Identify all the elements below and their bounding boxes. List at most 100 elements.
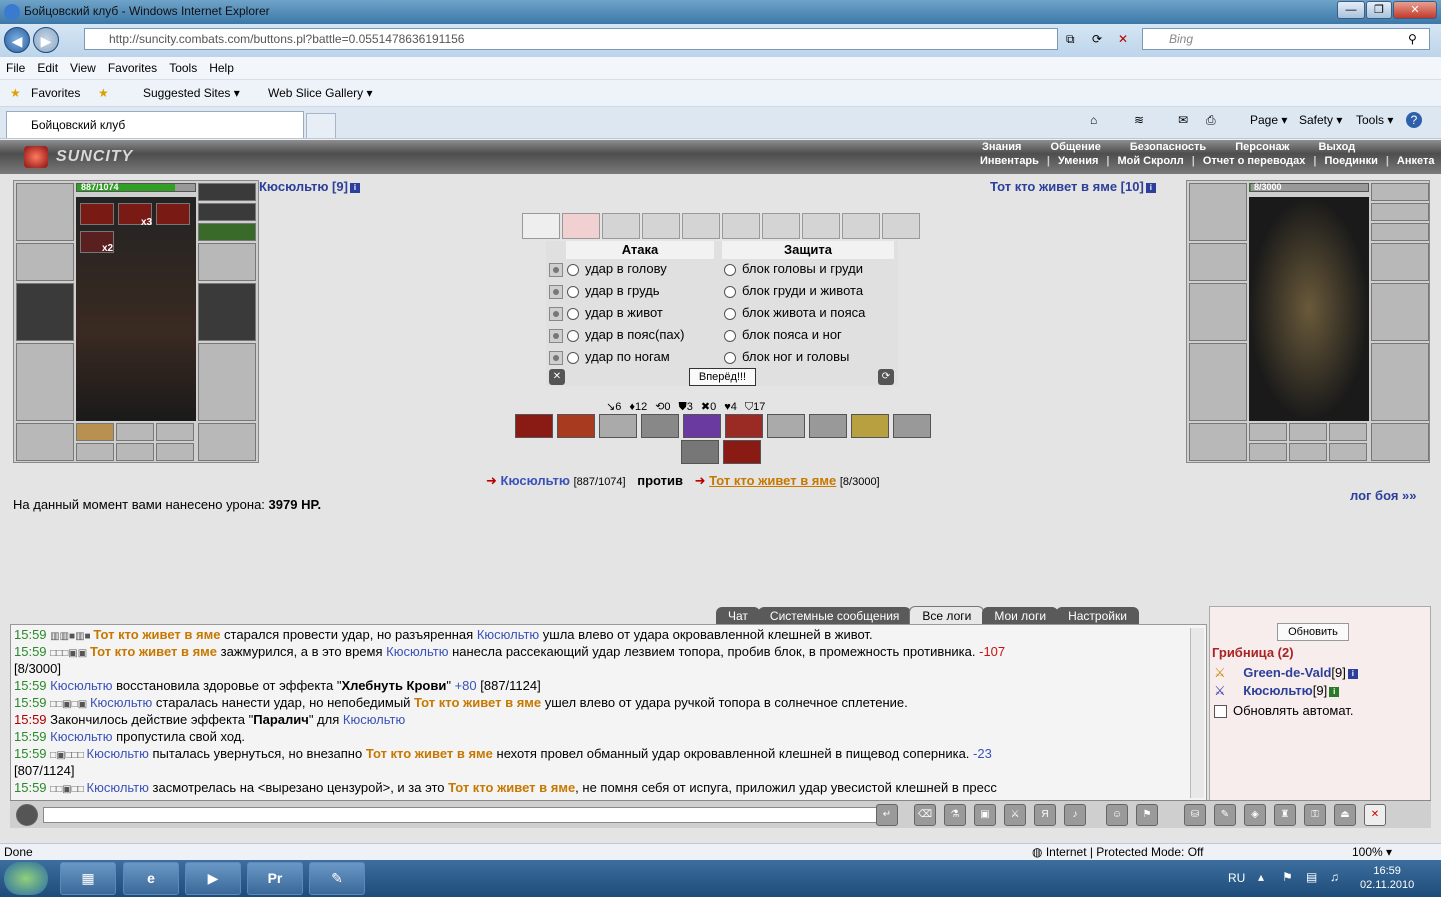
menu-znaniya[interactable]: Знания [982,141,1021,153]
menu-vyhod[interactable]: Выход [1318,141,1355,153]
map-icon[interactable]: ◈ [1244,804,1266,826]
menu-edit[interactable]: Edit [31,57,64,79]
info-icon[interactable]: i [1347,668,1358,679]
tab-system[interactable]: Системные сообщения [757,607,912,625]
defense-radio[interactable] [724,263,736,276]
feeds-icon[interactable]: ≋ [1134,113,1144,127]
menu-tools[interactable]: Tools [163,57,203,79]
print-icon[interactable]: ⎙ [1206,113,1216,128]
weapon-left-slot[interactable] [1189,283,1247,341]
log-scrollbar[interactable] [1190,628,1204,798]
menu-favorites[interactable]: Favorites [102,57,163,79]
web-slice-gallery-link[interactable]: Web Slice Gallery ▾ [268,86,373,100]
skill-icon[interactable] [557,414,595,438]
skill-icon[interactable] [725,414,763,438]
volume-icon[interactable]: ♫ [1330,870,1339,884]
tab-all-logs[interactable]: Все логи [909,606,985,624]
attack-row-legs[interactable]: удар по ногам [549,349,670,365]
checkbox[interactable] [1214,705,1227,719]
amulet-slot[interactable] [1371,203,1429,221]
skill-icon[interactable] [641,414,679,438]
clock[interactable]: 16:59 02.11.2010 [1360,864,1414,892]
menu-file[interactable]: File [0,57,31,79]
smiley-icon[interactable]: ☺ [1106,804,1128,826]
log-player-name[interactable]: Тот кто живет в яме [414,695,541,710]
priority-icon[interactable] [549,262,563,277]
log-player-name[interactable]: Кюсюльтю [50,678,112,693]
empty-slot[interactable] [76,443,114,461]
attack-row-belly[interactable]: удар в живот [549,305,663,321]
ring-slot[interactable] [1289,423,1327,441]
tab-chat[interactable]: Чат [716,607,760,625]
boots-slot[interactable] [1371,423,1429,461]
defense-row-5[interactable]: блок ног и головы [724,349,849,364]
ring-slot[interactable] [1329,423,1367,441]
exit-icon[interactable]: ⏏ [1334,804,1356,826]
sound-icon[interactable]: ♪ [1064,804,1086,826]
tools-menu[interactable]: Tools ▾ [1356,113,1393,127]
priority-icon[interactable] [549,306,563,321]
start-button[interactable] [4,862,48,895]
info-icon[interactable]: i [349,182,360,193]
explorer-taskbar-icon[interactable]: ▦ [60,862,116,895]
gloves-slot[interactable] [198,243,256,281]
amulet-slot[interactable] [198,203,256,221]
clan-icon[interactable]: ⚑ [1136,804,1158,826]
bracers-slot[interactable] [16,243,74,281]
search-input[interactable]: Bing [1142,28,1430,50]
log-player-name[interactable]: Кюсюльтю [477,627,539,642]
log-player-name[interactable]: Кюсюльтю [87,780,149,795]
boots-slot[interactable] [198,423,256,461]
ring-slot[interactable] [1249,423,1287,441]
skill-icon[interactable] [683,414,721,438]
armor-slot[interactable] [1189,343,1247,421]
suggested-sites-link[interactable]: Suggested Sites ▾ [143,86,240,100]
fighters-icon[interactable]: ⚔ [1004,804,1026,826]
minimize-button[interactable]: — [1337,1,1365,19]
lock-icon[interactable]: ⚿ [1304,804,1326,826]
add-favorite-icon[interactable]: ★ [98,86,109,100]
defense-radio[interactable] [724,329,736,342]
scroll-icon[interactable]: ✎ [1214,804,1236,826]
log-player-name[interactable]: Тот кто живет в яме [448,780,575,795]
skill-icon[interactable] [515,414,553,438]
notepad-taskbar-icon[interactable]: ✎ [309,862,365,895]
info-icon[interactable]: i [1329,686,1340,697]
close-button[interactable]: ✕ [1393,1,1437,19]
weapon-right-slot[interactable] [198,283,256,341]
skill-icon[interactable] [767,414,805,438]
ring-slot[interactable] [76,423,114,441]
earrings-slot[interactable] [1371,183,1429,201]
attack-row-chest[interactable]: удар в грудь [549,283,660,299]
log-player-name[interactable]: Тот кто живет в яме [93,627,220,642]
log-player-name[interactable]: Кюсюльтю [386,644,448,659]
log-player-name[interactable]: Кюсюльтю [87,746,149,761]
defense-radio[interactable] [724,307,736,320]
help-icon[interactable]: ? [1406,112,1422,128]
chat-input[interactable] [43,807,883,823]
skill-icon[interactable] [893,414,931,438]
belt-slot[interactable] [16,423,74,461]
skill-icon[interactable] [723,440,761,464]
rings-slot[interactable] [1371,223,1429,241]
defense-row-2[interactable]: блок груди и живота [724,283,863,298]
skill-icon[interactable] [681,440,719,464]
earrings-slot[interactable] [198,183,256,201]
helmet-slot[interactable] [1189,183,1247,241]
defense-radio[interactable] [724,351,736,364]
language-indicator[interactable]: RU [1228,871,1245,885]
tab-my-logs[interactable]: Мои логи [982,607,1059,625]
priority-icon[interactable] [549,284,563,299]
enter-icon[interactable]: ↵ [876,804,898,826]
armor-slot[interactable] [16,343,74,421]
buff-icon[interactable] [156,203,190,225]
info-icon[interactable]: i [1145,182,1156,193]
compat-icon[interactable]: ⧉ [1066,32,1075,47]
safety-menu[interactable]: Safety ▾ [1299,113,1342,127]
bracers-slot[interactable] [1189,243,1247,281]
trophy-icon[interactable]: ♜ [1274,804,1296,826]
menu-moy-skroll[interactable]: Мой Скролл [1117,155,1183,167]
premiere-taskbar-icon[interactable]: Pr [247,862,303,895]
attack-radio[interactable] [567,263,579,276]
user-kyusyultyu[interactable]: ⚔ Кюсюльтю[9] i [1214,683,1340,699]
